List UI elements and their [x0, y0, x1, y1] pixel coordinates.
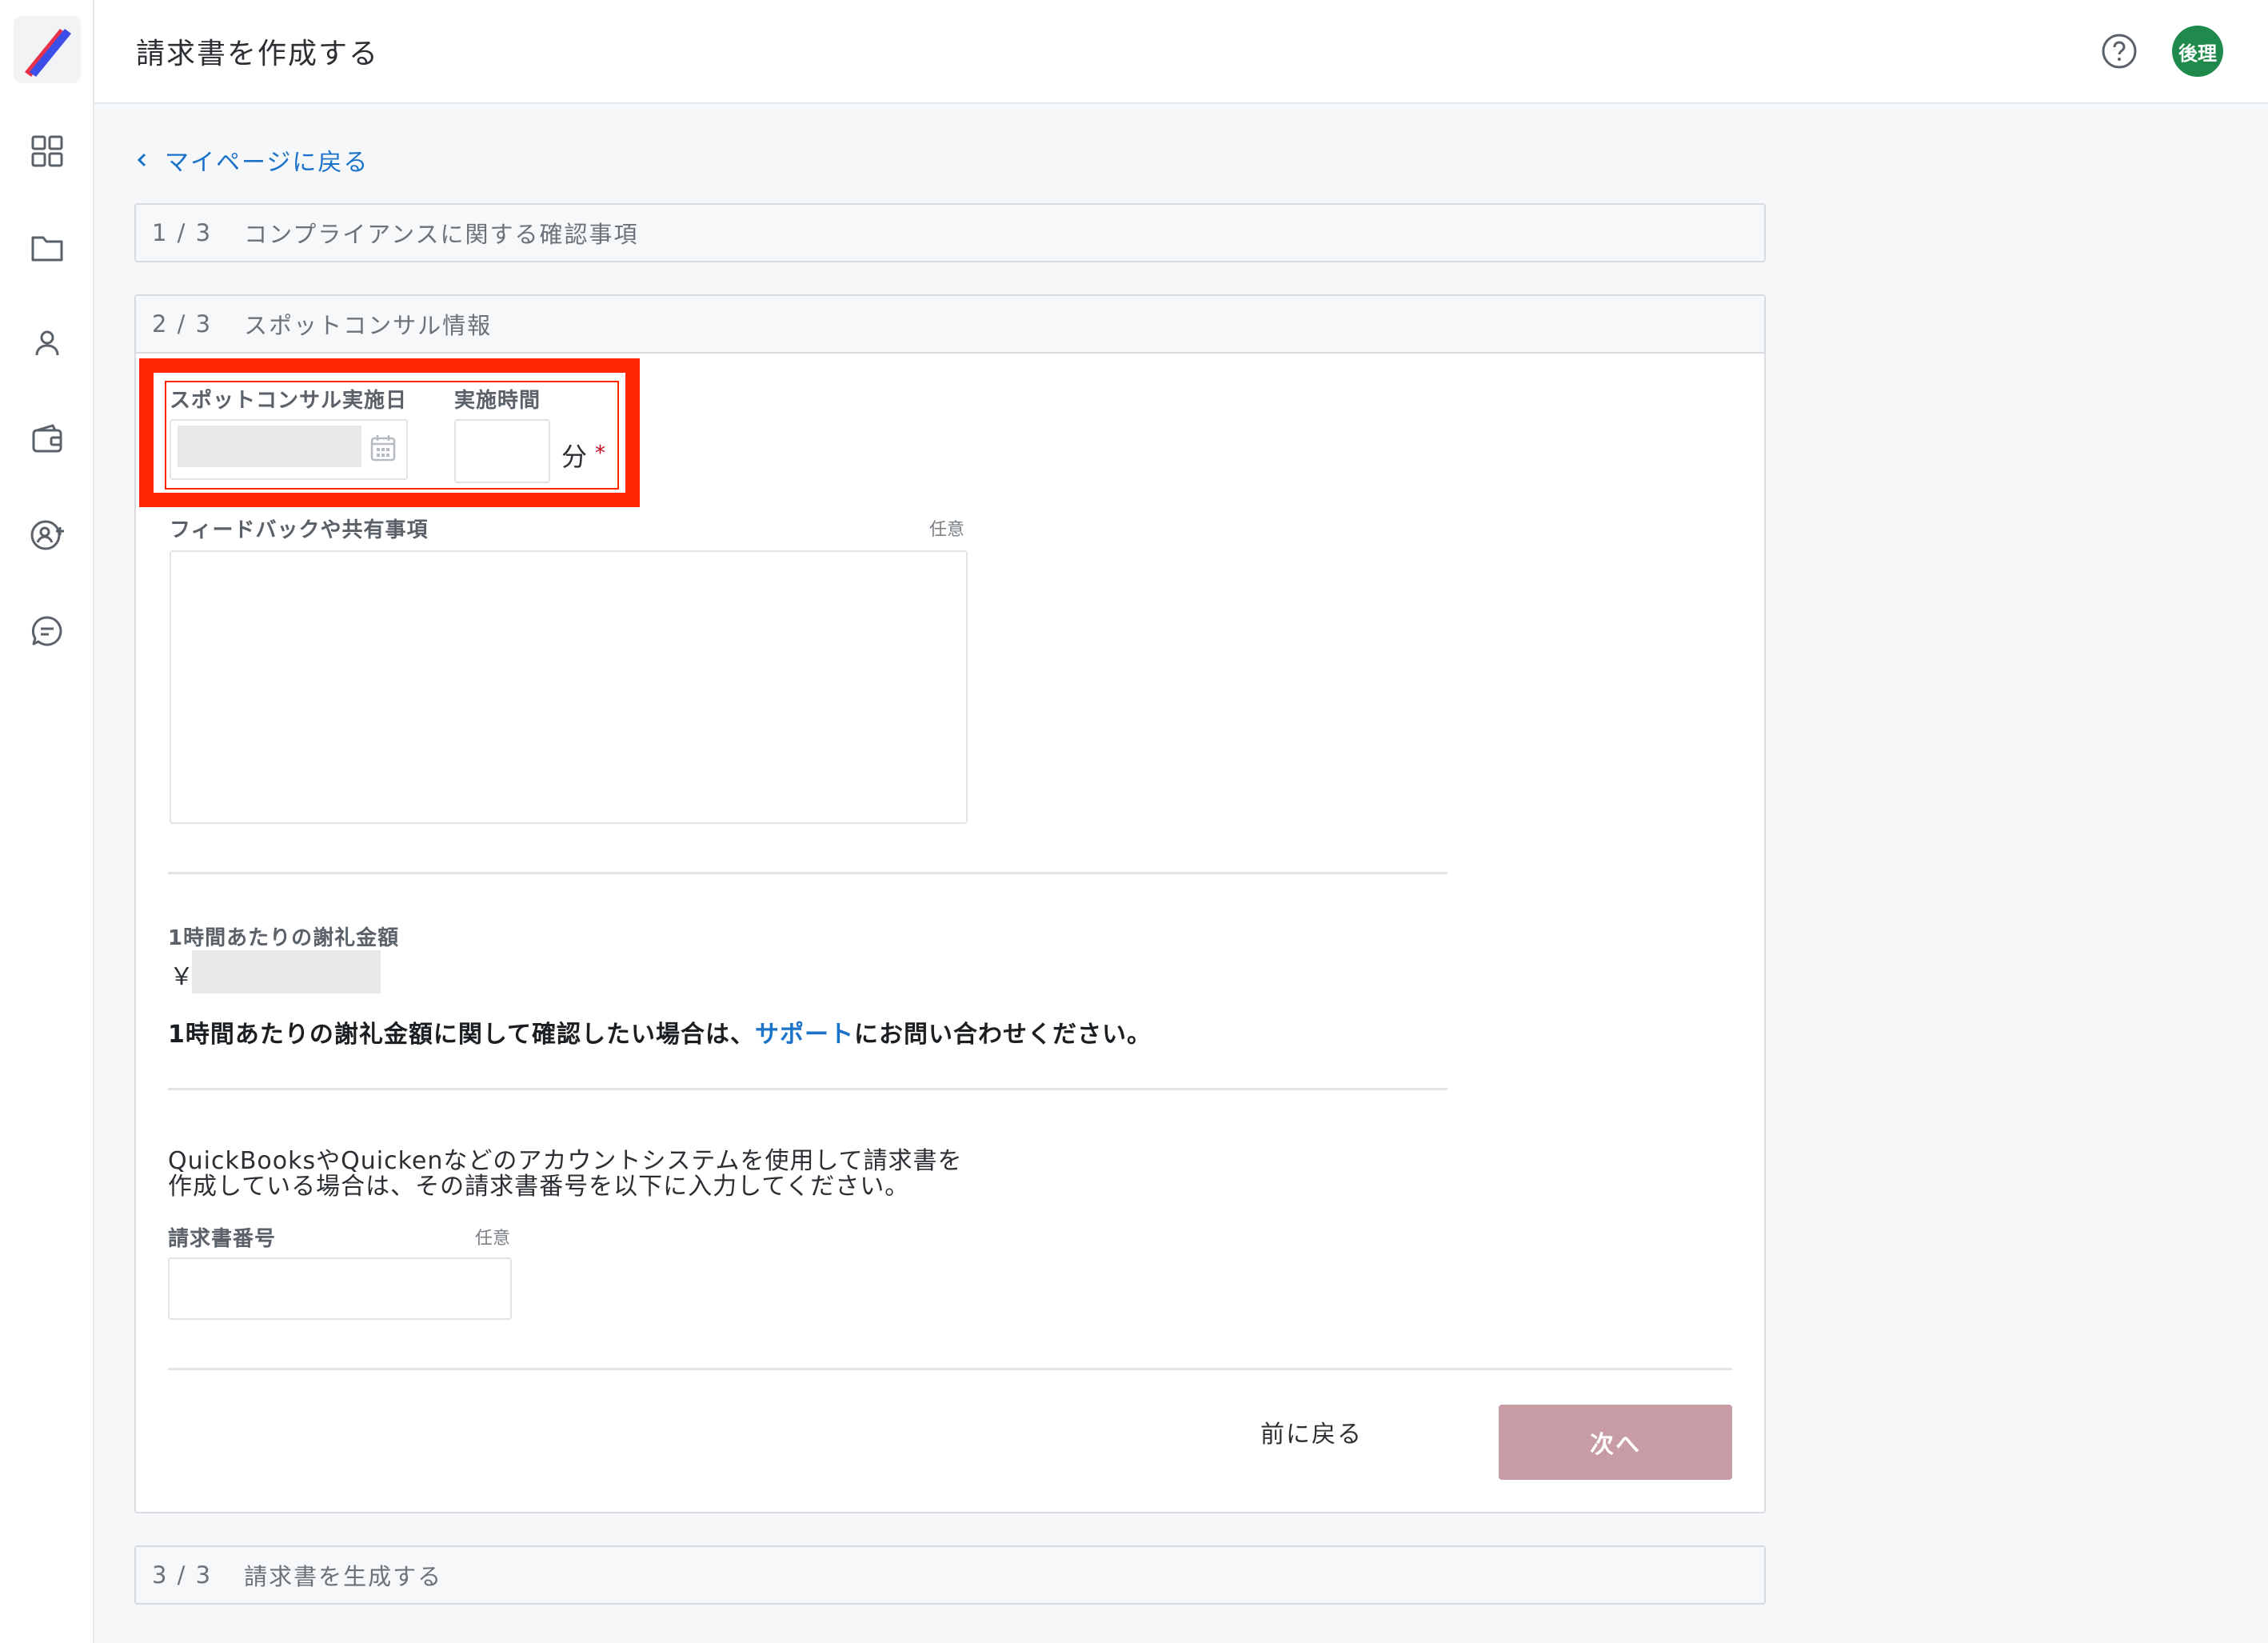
logo-icon [25, 29, 71, 77]
page-title: 請求書を作成する [136, 38, 380, 70]
step-1-number: 1 / 3 [152, 219, 213, 246]
rate-label: 1時間あたりの謝礼金額 [168, 926, 400, 950]
section-divider [168, 872, 1447, 874]
back-link-label: マイページに戻る [165, 149, 369, 177]
add-user-icon [30, 520, 64, 550]
step-1-compliance[interactable]: 1 / 3 コンプライアンスに関する確認事項 [134, 203, 1766, 262]
chevron-left-icon [137, 153, 146, 167]
rate-value-redacted [192, 950, 381, 993]
feedback-label: フィードバックや共有事項 [170, 518, 429, 542]
user-icon [35, 330, 59, 356]
sidebar-item-messages[interactable] [26, 610, 69, 653]
grid-icon [31, 135, 63, 167]
avatar[interactable]: 後理 [2172, 26, 2223, 77]
rate-support-note: 1時間あたりの謝礼金額に関して確認したい場合は、サポートにお問い合わせください。 [168, 1014, 1152, 1049]
highlight-inner-outline [165, 381, 619, 490]
step-2-number: 2 / 3 [152, 310, 213, 338]
step-3-generate[interactable]: 3 / 3 請求書を生成する [134, 1545, 1766, 1605]
chat-icon [31, 616, 62, 646]
section-divider [168, 1088, 1447, 1090]
step-2-header: 2 / 3 スポットコンサル情報 [136, 296, 1764, 354]
help-icon[interactable] [2100, 32, 2138, 70]
step-2-label: スポットコンサル情報 [244, 312, 493, 339]
step-3-label: 請求書を生成する [244, 1563, 443, 1590]
previous-button[interactable]: 前に戻る [1232, 1408, 1392, 1456]
back-to-mypage-link[interactable]: マイページに戻る [133, 142, 369, 178]
folder-icon [31, 236, 63, 262]
invoice-optional-tag: 任意 [475, 1229, 511, 1249]
step-1-label: コンプライアンスに関する確認事項 [244, 221, 639, 248]
footer-divider [168, 1368, 1732, 1370]
feedback-optional-tag: 任意 [929, 520, 965, 540]
rate-currency: ￥ [170, 963, 194, 991]
sidebar [0, 0, 94, 1643]
invoice-number-input[interactable] [168, 1257, 512, 1320]
accounting-note-line-2: 作成している場合は、その請求書番号を以下に入力してください。 [168, 1173, 910, 1201]
sidebar-item-payments[interactable] [26, 418, 69, 461]
app-logo[interactable] [14, 16, 81, 83]
top-header: 請求書を作成する 後理 [94, 0, 2268, 104]
invoice-number-label: 請求書番号 [168, 1227, 277, 1251]
step-3-number: 3 / 3 [152, 1561, 213, 1589]
next-button[interactable]: 次へ [1499, 1405, 1732, 1480]
sidebar-item-dashboard[interactable] [26, 130, 69, 173]
rate-note-after: にお問い合わせください。 [853, 1021, 1152, 1049]
sidebar-item-projects[interactable] [26, 226, 69, 269]
sidebar-item-referral[interactable] [26, 514, 69, 557]
sidebar-item-profile[interactable] [26, 322, 69, 365]
wallet-icon [32, 424, 62, 453]
feedback-textarea[interactable] [170, 550, 968, 824]
support-link[interactable]: サポート [755, 1021, 854, 1049]
rate-note-before: 1時間あたりの謝礼金額に関して確認したい場合は、 [168, 1021, 755, 1049]
